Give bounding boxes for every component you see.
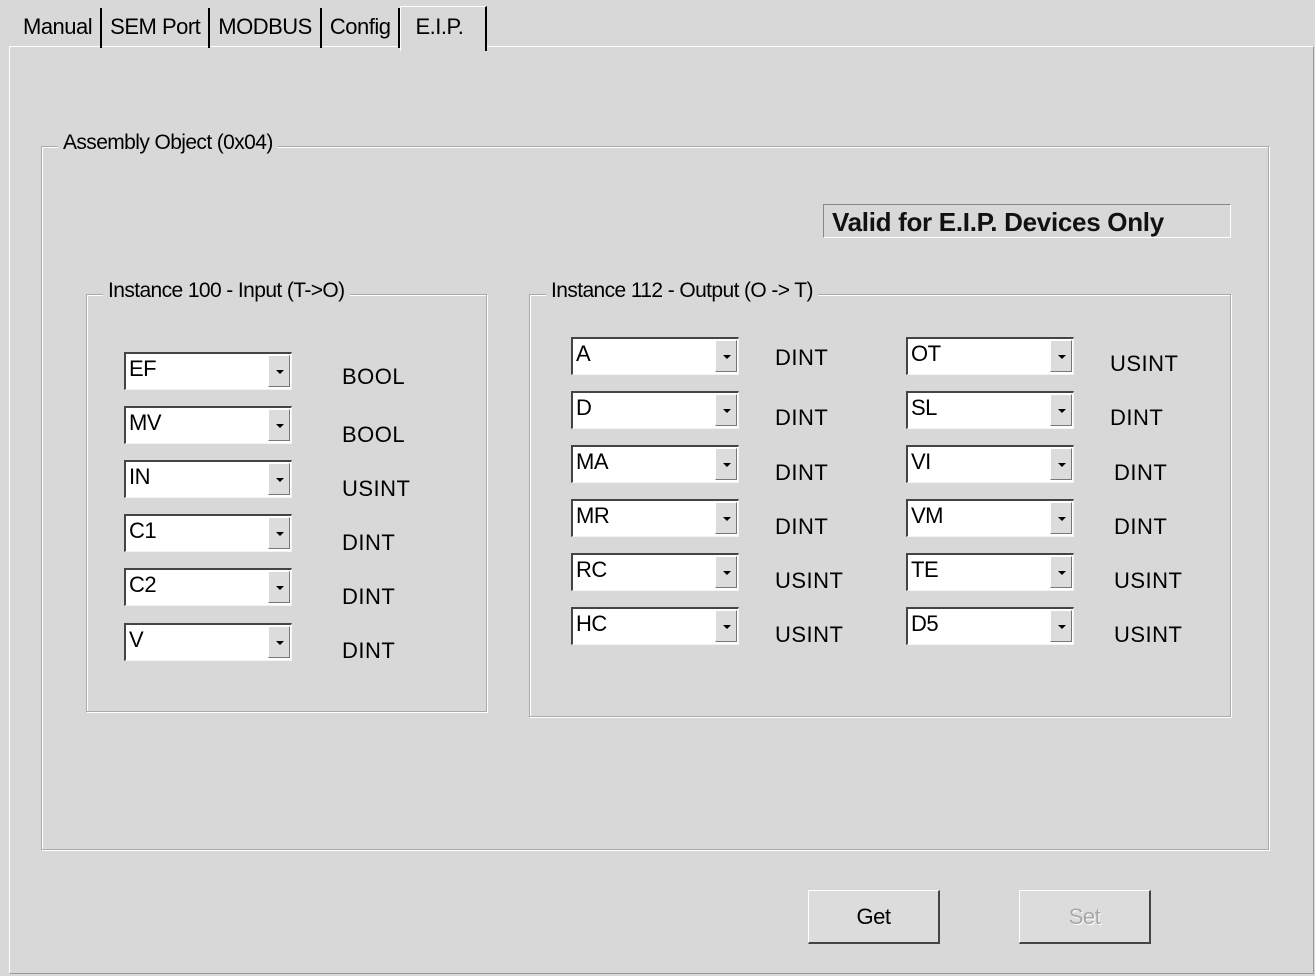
output-field-type: USINT <box>1114 622 1183 647</box>
input-field-value: IN <box>129 464 151 489</box>
input-field-select[interactable]: EF <box>124 352 292 390</box>
output-field-type: DINT <box>1114 514 1168 539</box>
tab-config[interactable]: Config <box>322 8 401 48</box>
chevron-down-icon[interactable] <box>715 448 737 480</box>
output-field-type: DINT <box>1110 405 1164 430</box>
input-field-type: USINT <box>342 476 411 501</box>
output-field-value: VI <box>911 449 931 474</box>
chevron-down-icon[interactable] <box>268 409 290 441</box>
output-field-value: D <box>576 395 592 420</box>
output-field-value: D5 <box>911 611 939 636</box>
output-field-select[interactable]: VI <box>906 445 1074 483</box>
output-field-value: MR <box>576 503 610 528</box>
output-field-select[interactable]: OT <box>906 337 1074 375</box>
input-field-select[interactable]: IN <box>124 460 292 498</box>
output-field-type: DINT <box>775 514 829 539</box>
output-field-value: SL <box>911 395 937 420</box>
chevron-down-icon[interactable] <box>1050 340 1072 372</box>
output-field-value: HC <box>576 611 607 636</box>
output-field-type: USINT <box>775 622 844 647</box>
output-instance-title: Instance 112 - Output (O -> T) <box>546 279 818 303</box>
output-field-value: MA <box>576 449 609 474</box>
input-field-type: BOOL <box>342 364 406 389</box>
input-field-value: EF <box>129 356 157 381</box>
output-field-select[interactable]: D5 <box>906 607 1074 645</box>
input-field-type: DINT <box>342 530 396 555</box>
output-field-select[interactable]: TE <box>906 553 1074 591</box>
output-field-select[interactable]: RC <box>571 553 739 591</box>
input-field-select[interactable]: MV <box>124 406 292 444</box>
output-field-value: VM <box>911 503 944 528</box>
output-field-type: DINT <box>775 460 829 485</box>
input-field-select[interactable]: C2 <box>124 568 292 606</box>
chevron-down-icon[interactable] <box>1050 556 1072 588</box>
chevron-down-icon[interactable] <box>1050 610 1072 642</box>
chevron-down-icon[interactable] <box>715 556 737 588</box>
output-field-select[interactable]: A <box>571 337 739 375</box>
chevron-down-icon[interactable] <box>1050 448 1072 480</box>
tab-strip: Manual SEM Port MODBUS Config E.I.P. <box>10 6 488 51</box>
output-field-select[interactable]: HC <box>571 607 739 645</box>
output-field-select[interactable]: MA <box>571 445 739 483</box>
output-field-value: A <box>576 341 591 366</box>
input-field-select[interactable]: C1 <box>124 514 292 552</box>
output-field-type: USINT <box>775 568 844 593</box>
output-field-type: USINT <box>1110 351 1179 376</box>
chevron-down-icon[interactable] <box>1050 394 1072 426</box>
output-field-value: TE <box>911 557 939 582</box>
chevron-down-icon[interactable] <box>268 517 290 549</box>
output-field-select[interactable]: MR <box>571 499 739 537</box>
chevron-down-icon[interactable] <box>715 610 737 642</box>
output-field-type: DINT <box>1114 460 1168 485</box>
input-field-value: C1 <box>129 518 157 543</box>
input-instance-title: Instance 100 - Input (T->O) <box>103 279 350 303</box>
set-button[interactable]: Set <box>1019 890 1151 944</box>
input-field-value: V <box>129 627 144 652</box>
chevron-down-icon[interactable] <box>715 394 737 426</box>
input-field-value: MV <box>129 410 162 435</box>
valid-note: Valid for E.I.P. Devices Only <box>823 204 1231 238</box>
output-field-type: USINT <box>1114 568 1183 593</box>
chevron-down-icon[interactable] <box>268 626 290 658</box>
get-button[interactable]: Get <box>808 890 940 944</box>
input-field-value: C2 <box>129 572 157 597</box>
output-field-value: RC <box>576 557 607 582</box>
tab-eip[interactable]: E.I.P. <box>400 6 488 51</box>
assembly-object-title: Assembly Object (0x04) <box>58 131 278 155</box>
tab-manual[interactable]: Manual <box>10 8 103 48</box>
output-field-value: OT <box>911 341 941 366</box>
chevron-down-icon[interactable] <box>1050 502 1072 534</box>
output-field-select[interactable]: SL <box>906 391 1074 429</box>
eip-window: Manual SEM Port MODBUS Config E.I.P. Ass… <box>0 0 1315 976</box>
chevron-down-icon[interactable] <box>715 502 737 534</box>
output-field-type: DINT <box>775 345 829 370</box>
chevron-down-icon[interactable] <box>268 355 290 387</box>
input-field-type: DINT <box>342 584 396 609</box>
output-field-type: DINT <box>775 405 829 430</box>
tab-modbus[interactable]: MODBUS <box>210 8 322 48</box>
input-field-type: BOOL <box>342 422 406 447</box>
tab-sem-port[interactable]: SEM Port <box>102 8 211 48</box>
output-field-select[interactable]: VM <box>906 499 1074 537</box>
output-field-select[interactable]: D <box>571 391 739 429</box>
input-field-select[interactable]: V <box>124 623 292 661</box>
chevron-down-icon[interactable] <box>268 571 290 603</box>
input-field-type: DINT <box>342 638 396 663</box>
chevron-down-icon[interactable] <box>268 463 290 495</box>
chevron-down-icon[interactable] <box>715 340 737 372</box>
